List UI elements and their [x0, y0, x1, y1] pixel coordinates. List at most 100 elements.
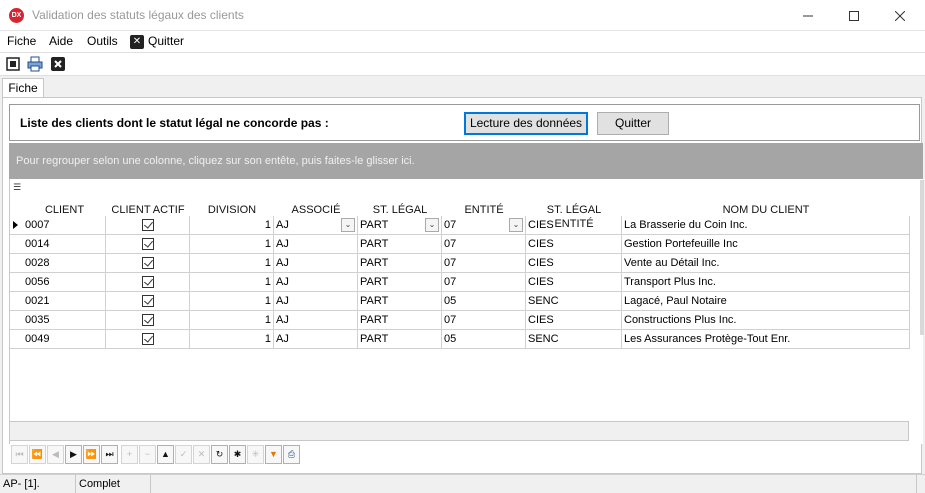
cell-client[interactable]: 0021	[23, 292, 106, 311]
print-button[interactable]	[27, 56, 43, 72]
nav-next-page-icon[interactable]: ⏩	[83, 445, 100, 464]
tab-fiche[interactable]: Fiche	[2, 78, 44, 98]
cell-st-legal-entite[interactable]: CIES	[526, 216, 622, 235]
col-st-legal-entite-header[interactable]: ST. LÉGAL ENTITÉ	[526, 203, 622, 230]
cell-associe[interactable]: AJ	[274, 292, 358, 311]
table-row[interactable]: 0028 1 AJ PART 07 CIES Vente au Détail Inc.	[10, 254, 910, 273]
table-row[interactable]: 0014 1 AJ PART 07 CIES Gestion Portefeuille In…	[10, 235, 910, 254]
nav-refresh-icon[interactable]: ↻	[211, 445, 228, 464]
cell-nom-client[interactable]: La Brasserie du Coin Inc.	[622, 216, 910, 235]
quit-button[interactable]: Quitter	[597, 112, 669, 135]
cell-client-actif[interactable]	[106, 330, 190, 349]
active-checkbox[interactable]	[141, 219, 154, 231]
active-checkbox[interactable]	[141, 314, 154, 326]
cell-entite[interactable]: 05	[442, 292, 526, 311]
cell-client-actif[interactable]	[106, 311, 190, 330]
cell-division[interactable]: 1	[190, 330, 274, 349]
read-data-button[interactable]: Lecture des données	[464, 112, 588, 135]
cell-associe[interactable]: AJ	[274, 311, 358, 330]
cell-nom-client[interactable]: Transport Plus Inc.	[622, 273, 910, 292]
menu-fiche[interactable]: Fiche	[7, 34, 36, 48]
nav-cancel-icon[interactable]: ✕	[193, 445, 210, 464]
nav-goto-bookmark-icon[interactable]: ✳	[247, 445, 264, 464]
cell-associe[interactable]: AJ	[274, 235, 358, 254]
table-row[interactable]: 0049 1 AJ PART 05 SENC Les Assurances Protège-…	[10, 330, 910, 349]
col-client-actif-header[interactable]: CLIENT ACTIF	[106, 203, 190, 217]
nav-first-icon[interactable]: ⏮	[11, 445, 28, 464]
cell-associe[interactable]: AJ ⌄	[274, 216, 358, 235]
active-checkbox[interactable]	[141, 276, 154, 288]
nav-delete-icon[interactable]: −	[139, 445, 156, 464]
cell-client[interactable]: 0014	[23, 235, 106, 254]
cell-st-legal[interactable]: PART	[358, 292, 442, 311]
col-division-header[interactable]: DIVISION	[190, 203, 274, 217]
col-entite-header[interactable]: ENTITÉ	[442, 203, 526, 217]
cell-client[interactable]: 0056	[23, 273, 106, 292]
cell-st-legal[interactable]: PART	[358, 254, 442, 273]
column-chooser-icon[interactable]: ☰	[13, 182, 21, 193]
cell-st-legal[interactable]: PART	[358, 311, 442, 330]
cell-entite[interactable]: 05	[442, 330, 526, 349]
close-form-button[interactable]	[50, 56, 66, 72]
nav-edit-icon[interactable]: ▲	[157, 445, 174, 464]
cell-client-actif[interactable]	[106, 254, 190, 273]
window-scrollbar[interactable]	[919, 180, 925, 335]
cell-client-actif[interactable]	[106, 273, 190, 292]
cell-associe[interactable]: AJ	[274, 330, 358, 349]
menu-aide[interactable]: Aide	[49, 34, 73, 48]
cell-associe[interactable]: AJ	[274, 273, 358, 292]
cell-entite[interactable]: 07	[442, 235, 526, 254]
nav-bookmark-icon[interactable]: ✱	[229, 445, 246, 464]
cell-division[interactable]: 1	[190, 292, 274, 311]
group-by-panel[interactable]: Pour regrouper selon une colonne, clique…	[9, 143, 923, 179]
cell-entite[interactable]: 07	[442, 254, 526, 273]
cell-client[interactable]: 0049	[23, 330, 106, 349]
nav-insert-icon[interactable]: +	[121, 445, 138, 464]
nav-post-icon[interactable]: ✓	[175, 445, 192, 464]
maximize-button[interactable]	[831, 0, 877, 31]
cell-nom-client[interactable]: Gestion Portefeuille Inc	[622, 235, 910, 254]
cell-st-legal[interactable]: PART	[358, 235, 442, 254]
cell-st-legal[interactable]: PART	[358, 273, 442, 292]
cell-nom-client[interactable]: Les Assurances Protège-Tout Enr.	[622, 330, 910, 349]
cell-client-actif[interactable]	[106, 216, 190, 235]
table-row[interactable]: 0035 1 AJ PART 07 CIES Constructions Plus Inc.	[10, 311, 910, 330]
cell-st-legal-entite[interactable]: SENC	[526, 330, 622, 349]
cell-entite[interactable]: 07 ⌄	[442, 216, 526, 235]
table-row[interactable]: 0021 1 AJ PART 05 SENC Lagacé, Paul Notaire	[10, 292, 910, 311]
dropdown-chevron-icon[interactable]: ⌄	[425, 218, 439, 232]
nav-next-icon[interactable]: ▶	[65, 445, 82, 464]
cell-st-legal-entite[interactable]: CIES	[526, 311, 622, 330]
cell-division[interactable]: 1	[190, 311, 274, 330]
nav-prev-icon[interactable]: ◀	[47, 445, 64, 464]
col-nom-client-header[interactable]: NOM DU CLIENT	[622, 203, 910, 217]
active-checkbox[interactable]	[141, 333, 154, 345]
cell-client-actif[interactable]	[106, 292, 190, 311]
table-row[interactable]: 0056 1 AJ PART 07 CIES Transport Plus Inc.	[10, 273, 910, 292]
active-checkbox[interactable]	[141, 257, 154, 269]
cell-nom-client[interactable]: Vente au Détail Inc.	[622, 254, 910, 273]
cell-entite[interactable]: 07	[442, 273, 526, 292]
close-button[interactable]	[877, 0, 923, 31]
col-client-header[interactable]: CLIENT	[23, 203, 106, 217]
cell-client-actif[interactable]	[106, 235, 190, 254]
col-associe-header[interactable]: ASSOCIÉ	[274, 203, 358, 217]
cell-nom-client[interactable]: Lagacé, Paul Notaire	[622, 292, 910, 311]
nav-last-icon[interactable]: ⏭	[101, 445, 118, 464]
fit-window-button[interactable]	[5, 56, 21, 72]
cell-client[interactable]: 0035	[23, 311, 106, 330]
nav-prev-page-icon[interactable]: ⏪	[29, 445, 46, 464]
cell-st-legal[interactable]: PART ⌄	[358, 216, 442, 235]
menu-quitter[interactable]: Quitter	[148, 34, 184, 48]
cell-st-legal-entite[interactable]: CIES	[526, 235, 622, 254]
cell-division[interactable]: 1	[190, 254, 274, 273]
menu-outils[interactable]: Outils	[87, 34, 118, 48]
cell-division[interactable]: 1	[190, 235, 274, 254]
cell-client[interactable]: 0028	[23, 254, 106, 273]
col-st-legal-header[interactable]: ST. LÉGAL	[358, 203, 442, 217]
cell-st-legal[interactable]: PART	[358, 330, 442, 349]
dropdown-chevron-icon[interactable]: ⌄	[509, 218, 523, 232]
nav-print-icon[interactable]: ⎙	[283, 445, 300, 464]
cell-entite[interactable]: 07	[442, 311, 526, 330]
dropdown-chevron-icon[interactable]: ⌄	[341, 218, 355, 232]
